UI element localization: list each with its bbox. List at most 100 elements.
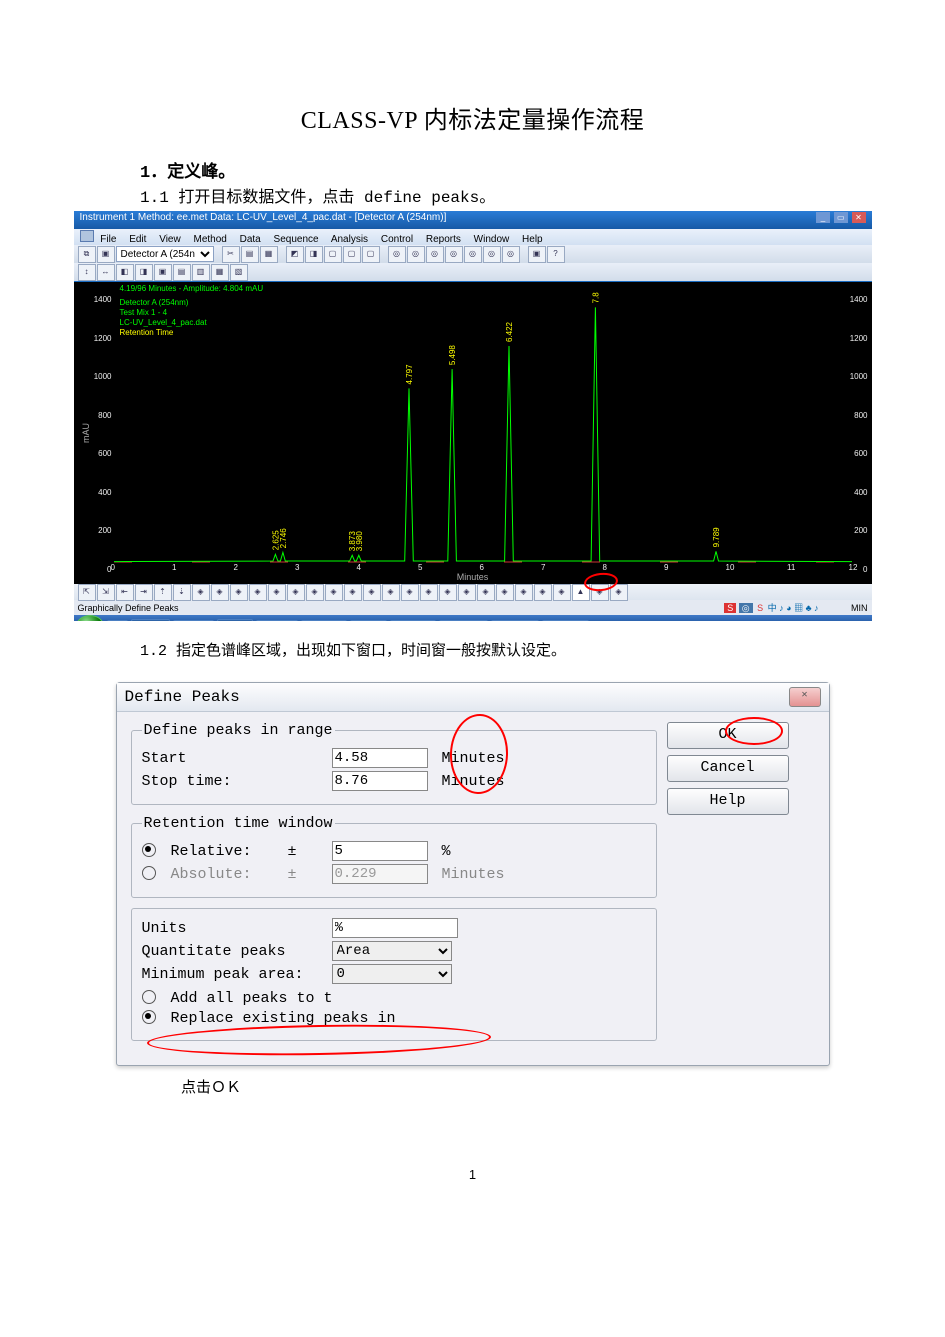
help-icon[interactable]: ? [547, 246, 565, 263]
close-button[interactable]: ✕ [852, 212, 866, 223]
add-all-option[interactable]: Add all peaks to t [142, 990, 333, 1007]
toolbar-icon[interactable]: ◩ [286, 246, 304, 263]
toolbar-icon[interactable]: ◈ [496, 584, 514, 601]
taskbar-item[interactable]: Adobe ... [301, 620, 347, 622]
toolbar-icon[interactable]: ◈ [287, 584, 305, 601]
add-all-radio[interactable] [142, 990, 156, 1004]
toolbar-icon[interactable]: ◈ [477, 584, 495, 601]
menu-data[interactable]: Data [240, 234, 261, 245]
stop-time-input[interactable] [332, 771, 428, 791]
taskbar-item[interactable]: ▦ [107, 620, 129, 622]
replace-radio[interactable] [142, 1010, 156, 1024]
toolbar-icon[interactable]: ▤ [241, 246, 259, 263]
toolbar-icon[interactable]: ◈ [306, 584, 324, 601]
minimize-button[interactable]: _ [816, 212, 830, 223]
relative-input[interactable] [332, 841, 428, 861]
toolbar-icon[interactable]: ◈ [515, 584, 533, 601]
toolbar-icon[interactable]: ◈ [439, 584, 457, 601]
toolbar-icon[interactable]: ▤ [173, 264, 191, 281]
taskbar-item[interactable]: ◉ 资... [131, 619, 170, 622]
quantitate-select[interactable]: Area [332, 941, 452, 961]
toolbar-icon[interactable]: ⇱ [78, 584, 96, 601]
toolbar-icon[interactable]: ⇡ [154, 584, 172, 601]
toolbar-icon[interactable]: ◈ [230, 584, 248, 601]
toolbar-icon[interactable]: ⇣ [173, 584, 191, 601]
toolbar-icon[interactable]: ⧉ [78, 246, 96, 263]
group-rt-window: Retention time window Relative: ± % [131, 815, 657, 898]
toolbar-icon[interactable]: ◈ [211, 584, 229, 601]
taskbar-item-active[interactable]: Instrum... [542, 620, 589, 622]
taskbar-item[interactable]: Shimad... [491, 620, 539, 622]
taskbar-item[interactable]: Hypers... [390, 620, 436, 622]
toolbar-icon[interactable]: ◈ [268, 584, 286, 601]
toolbar-icon[interactable]: ↔ [97, 264, 115, 281]
toolbar-icon[interactable]: ◈ [192, 584, 210, 601]
toolbar-icon[interactable]: ✂ [222, 246, 240, 263]
toolbar-icon[interactable]: ◈ [458, 584, 476, 601]
menu-sequence[interactable]: Sequence [274, 234, 319, 245]
toolbar-icon[interactable]: ▢ [343, 246, 361, 263]
menu-edit[interactable]: Edit [129, 234, 146, 245]
taskbar-item[interactable]: 图片... [217, 619, 254, 622]
toolbar-icon[interactable]: ◈ [344, 584, 362, 601]
start-time-input[interactable] [332, 748, 428, 768]
menu-window[interactable]: Window [474, 234, 510, 245]
toolbar-icon[interactable]: ◈ [325, 584, 343, 601]
start-button[interactable] [76, 615, 104, 621]
toolbar-icon[interactable]: ↕ [78, 264, 96, 281]
detector-select[interactable]: Detector A (254n [116, 246, 214, 262]
menu-method[interactable]: Method [193, 234, 226, 245]
toolbar-icon[interactable]: ◎ [483, 246, 501, 263]
toolbar-icon[interactable]: ▣ [97, 246, 115, 263]
absolute-option[interactable]: Absolute: ± [142, 866, 332, 883]
menu-file[interactable]: File [100, 234, 116, 245]
toolbar-icon[interactable]: ◎ [445, 246, 463, 263]
toolbar-icon[interactable]: ◎ [388, 246, 406, 263]
toolbar-icon[interactable]: ▢ [362, 246, 380, 263]
toolbar-icon[interactable]: ▦ [211, 264, 229, 281]
toolbar-icon[interactable]: ◎ [407, 246, 425, 263]
absolute-radio[interactable] [142, 866, 156, 880]
toolbar-icon[interactable]: ▢ [324, 246, 342, 263]
toolbar-icon[interactable]: ▣ [528, 246, 546, 263]
toolbar-icon[interactable]: ⇥ [135, 584, 153, 601]
toolbar-icon[interactable]: ◎ [426, 246, 444, 263]
toolbar-icon[interactable]: ▦ [260, 246, 278, 263]
statusbar: Graphically Define Peaks S ◎ S 中 ♪ ◕ ▦ ♣… [74, 600, 872, 615]
relative-radio[interactable] [142, 843, 156, 857]
toolbar-icon[interactable]: ▣ [154, 264, 172, 281]
toolbar-icon[interactable]: ◨ [305, 246, 323, 263]
toolbar-icon[interactable]: ◨ [135, 264, 153, 281]
toolbar-icon[interactable]: ◈ [249, 584, 267, 601]
toolbar-icon[interactable]: ◈ [401, 584, 419, 601]
dialog-close-button[interactable]: ✕ [789, 687, 821, 707]
cancel-button[interactable]: Cancel [667, 755, 789, 782]
units-input[interactable] [332, 918, 458, 938]
toolbar-icon[interactable]: ◈ [534, 584, 552, 601]
taskbar-item[interactable]: 4 Wi... [350, 620, 387, 622]
toolbar-icon[interactable]: ◈ [363, 584, 381, 601]
app-icon [80, 230, 94, 242]
toolbar-icon[interactable]: ◈ [553, 584, 571, 601]
menu-view[interactable]: View [159, 234, 181, 245]
toolbar-icon[interactable]: ▧ [230, 264, 248, 281]
min-area-select[interactable]: 0 [332, 964, 452, 984]
menu-control[interactable]: Control [381, 234, 413, 245]
toolbar-icon[interactable]: ◈ [382, 584, 400, 601]
relative-option[interactable]: Relative: ± [142, 843, 332, 860]
menu-reports[interactable]: Reports [426, 234, 461, 245]
toolbar-icon[interactable]: ◈ [420, 584, 438, 601]
taskbar-item[interactable]: 3 Micr... [256, 620, 298, 622]
toolbar-icon[interactable]: ⇤ [116, 584, 134, 601]
toolbar-icon[interactable]: ▥ [192, 264, 210, 281]
taskbar-item[interactable]: 2 Inte... [173, 620, 214, 622]
toolbar-icon[interactable]: ⇲ [97, 584, 115, 601]
menu-analysis[interactable]: Analysis [331, 234, 368, 245]
taskbar-item[interactable]: Microso... [439, 620, 488, 622]
menu-help[interactable]: Help [522, 234, 543, 245]
toolbar-icon[interactable]: ◎ [502, 246, 520, 263]
toolbar-icon[interactable]: ◧ [116, 264, 134, 281]
help-button[interactable]: Help [667, 788, 789, 815]
toolbar-icon[interactable]: ◎ [464, 246, 482, 263]
maximize-button[interactable]: ▭ [834, 212, 848, 223]
